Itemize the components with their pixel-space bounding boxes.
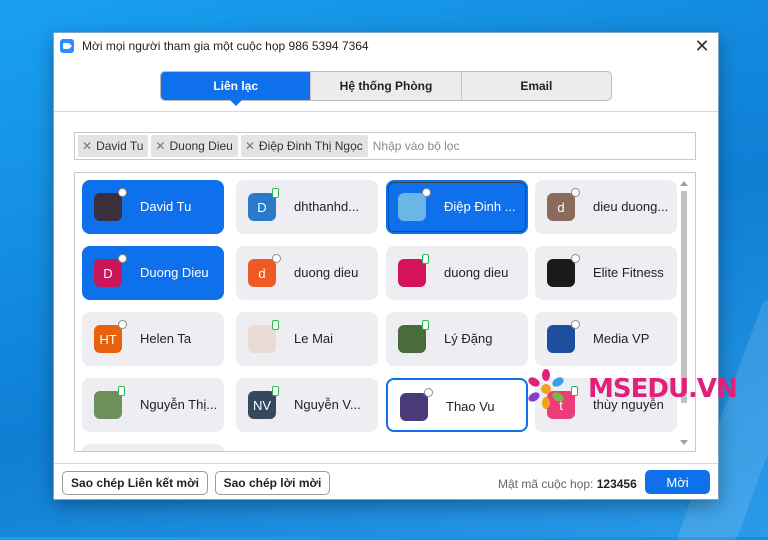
contact-card[interactable]: Thao Vu xyxy=(386,378,528,432)
contact-name: Helen Ta xyxy=(140,331,192,346)
contact-card[interactable]: d dieu duong... xyxy=(535,180,677,234)
chip-label: David Tu xyxy=(96,139,144,153)
presence-status-icon xyxy=(272,254,281,263)
remove-chip-icon[interactable]: ✕ xyxy=(155,139,165,153)
presence-status-icon xyxy=(424,388,433,397)
watermark-flower-icon xyxy=(528,369,564,409)
contact-name: duong dieu xyxy=(444,265,509,280)
contact-card[interactable]: d duong dieu xyxy=(236,246,378,300)
presence-status-icon xyxy=(571,188,580,197)
password-value: 123456 xyxy=(596,477,637,491)
filter-input[interactable] xyxy=(370,138,515,154)
meeting-password: Mật mã cuộc họp: 123456 xyxy=(498,477,637,491)
contact-card[interactable]: Le Mai xyxy=(236,312,378,366)
contact-card[interactable]: NV Nguyễn V... xyxy=(236,378,378,432)
contact-name: duong dieu xyxy=(294,265,359,280)
scroll-up-arrow-icon[interactable] xyxy=(680,181,688,186)
contact-avatar: HT xyxy=(94,325,122,353)
close-button[interactable]: ✕ xyxy=(692,36,712,56)
presence-status-icon xyxy=(118,254,127,263)
contact-name: Nguyễn Thị... xyxy=(140,397,218,412)
contact-name: Nguyễn V... xyxy=(294,397,361,412)
phone-status-icon xyxy=(272,320,279,330)
contact-name: Thao Vu xyxy=(446,399,495,414)
invite-button[interactable]: Mời xyxy=(645,470,710,494)
presence-status-icon xyxy=(118,320,127,329)
contact-name: Điệp Đinh ... xyxy=(444,199,516,214)
contact-card[interactable]: Media VP xyxy=(535,312,677,366)
avatar-initials: d xyxy=(557,199,565,215)
contact-avatar: d xyxy=(248,259,276,287)
remove-chip-icon[interactable]: ✕ xyxy=(82,139,92,153)
contact-card[interactable]: Ddhthanhd... xyxy=(236,180,378,234)
contact-avatar: d xyxy=(547,193,575,221)
tab-contacts[interactable]: Liên lạc xyxy=(161,72,312,106)
contact-name: Media VP xyxy=(593,331,650,346)
avatar-initials: d xyxy=(258,265,266,281)
contact-name: dhthanhd... xyxy=(294,199,360,214)
contact-name: Lý Đặng xyxy=(444,331,493,346)
contact-name: Elite Fitness xyxy=(593,265,664,280)
presence-status-icon xyxy=(422,188,431,197)
contact-avatar xyxy=(94,193,122,221)
contact-card[interactable]: Lý Đặng xyxy=(386,312,528,366)
zoom-app-icon xyxy=(60,39,74,53)
contact-avatar: D xyxy=(94,259,122,287)
contact-card[interactable]: HT Helen Ta xyxy=(82,312,224,366)
contact-avatar xyxy=(398,193,426,221)
phone-status-icon xyxy=(422,254,429,264)
presence-status-icon xyxy=(571,320,580,329)
window-title: Mời mọi người tham gia một cuộc họp 986 … xyxy=(82,39,369,53)
contact-card-partial[interactable] xyxy=(82,444,224,451)
footer-divider xyxy=(54,463,718,464)
selected-contact-chip: ✕ Duong Dieu xyxy=(151,135,238,157)
avatar-initials: HT xyxy=(99,331,117,347)
contact-card[interactable]: David Tu xyxy=(82,180,224,234)
watermark-logo: MSEDU.VN xyxy=(524,366,738,412)
phone-status-icon xyxy=(272,188,279,198)
selected-contact-chip: ✕ Điệp Đinh Thị Ngọc xyxy=(240,135,368,157)
contact-name: David Tu xyxy=(140,199,192,214)
header-divider xyxy=(54,111,718,112)
presence-status-icon xyxy=(571,254,580,263)
contact-filter-field[interactable]: ✕ David Tu ✕ Duong Dieu ✕ Điệp Đinh Thị … xyxy=(74,132,696,160)
watermark-text: MSEDU.VN xyxy=(588,374,738,404)
title-bar: Mời mọi người tham gia một cuộc họp 986 … xyxy=(54,33,718,59)
remove-chip-icon[interactable]: ✕ xyxy=(245,139,255,153)
tab-email[interactable]: Email xyxy=(462,72,611,100)
contact-card[interactable]: Nguyễn Thị... xyxy=(82,378,224,432)
scroll-down-arrow-icon[interactable] xyxy=(680,440,688,445)
contact-card[interactable]: D Duong Dieu xyxy=(82,246,224,300)
presence-status-icon xyxy=(118,188,127,197)
chip-label: Duong Dieu xyxy=(169,139,233,153)
avatar-initials: D xyxy=(103,265,113,281)
phone-status-icon xyxy=(118,386,125,396)
avatar-initials: NV xyxy=(252,397,272,413)
avatar-initials: D xyxy=(257,199,267,215)
phone-status-icon xyxy=(422,320,429,330)
contact-name: Le Mai xyxy=(294,331,334,346)
tab-room-systems[interactable]: Hệ thống Phòng xyxy=(311,72,462,100)
contact-name: dieu duong... xyxy=(593,199,669,214)
copy-invitation-button[interactable]: Sao chép lời mời xyxy=(215,471,330,495)
contact-avatar xyxy=(547,259,575,287)
phone-status-icon xyxy=(272,386,279,396)
invite-dialog: Mời mọi người tham gia một cuộc họp 986 … xyxy=(54,33,738,499)
contact-name: Duong Dieu xyxy=(140,265,209,280)
chip-label: Điệp Đinh Thị Ngọc xyxy=(258,139,363,153)
contact-avatar xyxy=(547,325,575,353)
tab-bar: Liên lạc Hệ thống Phòng Email xyxy=(160,71,612,106)
contact-card[interactable]: duong dieu xyxy=(386,246,528,300)
copy-invite-link-button[interactable]: Sao chép Liên kết mời xyxy=(62,471,208,495)
contact-avatar xyxy=(400,393,428,421)
contact-card[interactable]: Điệp Đinh ... xyxy=(386,180,528,234)
password-label: Mật mã cuộc họp: xyxy=(498,477,594,491)
selected-contact-chip: ✕ David Tu xyxy=(78,135,149,157)
contact-card[interactable]: Elite Fitness xyxy=(535,246,677,300)
